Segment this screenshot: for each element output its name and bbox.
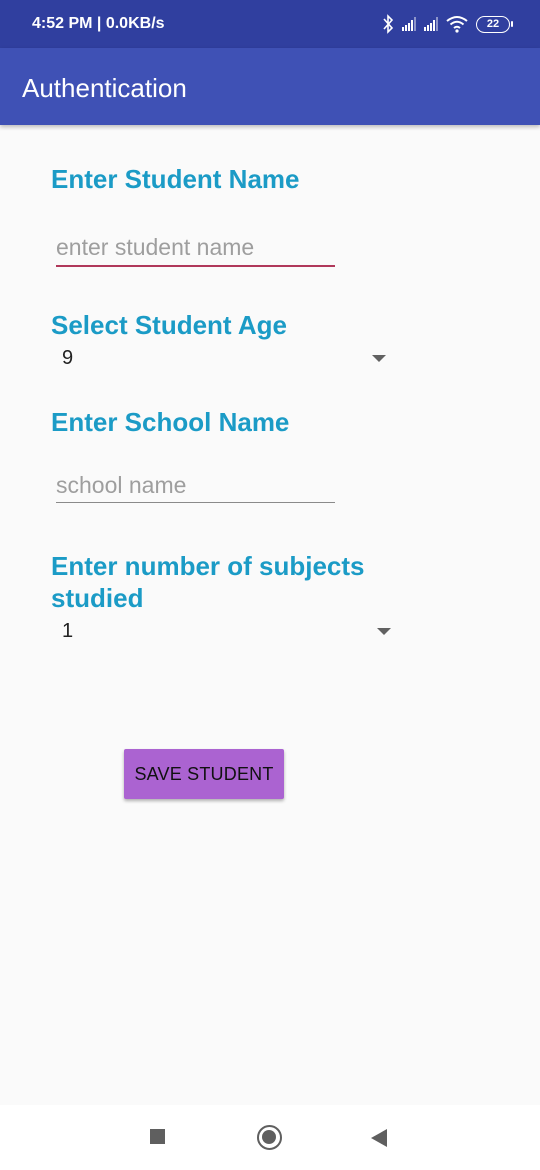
subjects-label-line1: Enter number of subjects <box>51 551 365 581</box>
subjects-value: 1 <box>62 620 74 642</box>
recent-apps-icon[interactable] <box>150 1129 165 1144</box>
age-value: 9 <box>62 347 74 369</box>
app-bar: Authentication <box>0 48 540 125</box>
bluetooth-icon <box>383 14 394 34</box>
status-bar: 4:52 PM | 0.0KB/s 22 <box>0 0 540 48</box>
subjects-spinner[interactable]: 1 <box>56 616 400 652</box>
school-name-underline <box>56 502 335 503</box>
battery-icon: 22 <box>476 15 513 33</box>
home-icon[interactable] <box>257 1125 282 1150</box>
student-name-underline <box>56 265 335 267</box>
save-student-button[interactable]: SAVE STUDENT <box>124 749 284 799</box>
dropdown-arrow-icon <box>372 355 386 362</box>
student-name-input[interactable] <box>56 227 335 267</box>
age-label: Select Student Age <box>51 310 287 340</box>
navigation-bar <box>0 1105 540 1170</box>
age-spinner[interactable]: 9 <box>56 343 392 379</box>
subjects-label-line2: studied <box>51 583 144 613</box>
subjects-label: Enter number of subjects studied <box>51 550 365 614</box>
status-icons: 22 <box>382 13 513 35</box>
signal-icon <box>424 17 438 31</box>
student-name-label: Enter Student Name <box>51 164 300 194</box>
status-time: 4:52 PM | 0.0KB/s <box>32 15 165 32</box>
school-name-label: Enter School Name <box>51 407 290 437</box>
page-title: Authentication <box>22 73 187 103</box>
school-name-input[interactable] <box>56 465 335 505</box>
dropdown-arrow-icon <box>377 628 391 635</box>
back-icon[interactable] <box>371 1129 387 1147</box>
wifi-icon <box>446 16 468 33</box>
signal-icon <box>402 17 416 31</box>
